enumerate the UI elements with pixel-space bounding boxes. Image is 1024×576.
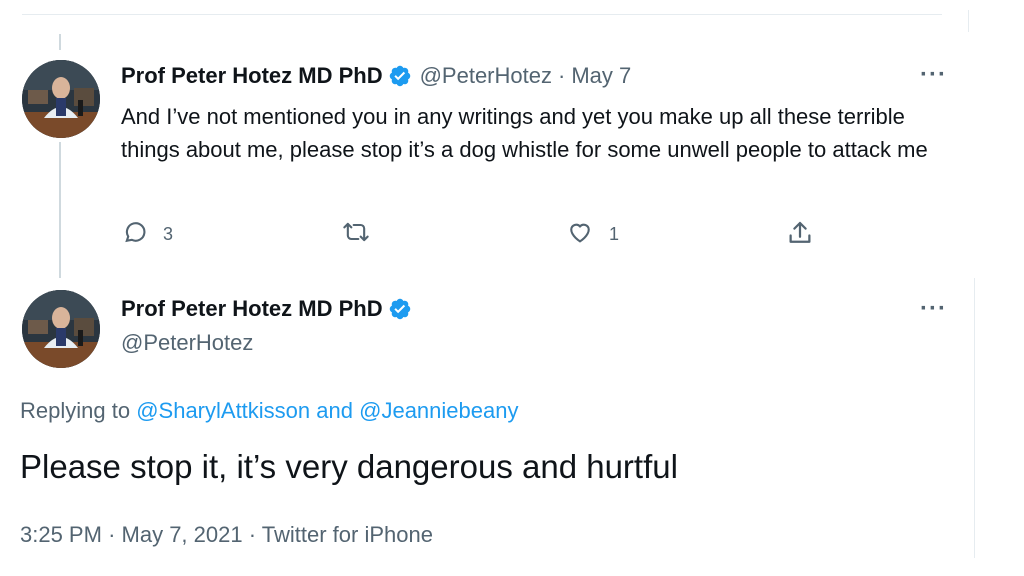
- share-button[interactable]: [785, 218, 815, 253]
- main-header: Prof Peter Hotez MD PhD: [121, 296, 420, 322]
- more-icon[interactable]: ···: [920, 63, 947, 87]
- author-handle[interactable]: @PeterHotez: [121, 330, 253, 356]
- thread-connector-line: [59, 142, 61, 278]
- mention-link-1[interactable]: @SharylAttkisson: [136, 398, 310, 423]
- avatar-photo: [22, 60, 100, 138]
- more-icon[interactable]: ···: [920, 297, 947, 321]
- reply-icon: [121, 218, 149, 251]
- reply-count: 3: [163, 224, 174, 244]
- right-divider: [974, 278, 975, 558]
- like-icon: [565, 218, 595, 251]
- avatar-photo: [22, 290, 100, 368]
- retweet-button[interactable]: [339, 218, 373, 251]
- tweet-text: And I’ve not mentioned you in any writin…: [121, 104, 928, 162]
- tweet-date[interactable]: May 7: [571, 63, 631, 89]
- author-name[interactable]: Prof Peter Hotez MD PhD: [121, 63, 383, 89]
- tweet-time[interactable]: 3:25 PM: [20, 522, 102, 547]
- replying-prefix: Replying to: [20, 398, 131, 423]
- top-divider: [22, 14, 942, 15]
- verified-badge-icon: [388, 297, 412, 321]
- like-count: 1: [609, 224, 620, 244]
- reply-button[interactable]: 3: [121, 218, 173, 251]
- separator-dot: ·: [108, 522, 116, 547]
- like-button[interactable]: 1: [565, 218, 619, 251]
- author-name[interactable]: Prof Peter Hotez MD PhD: [121, 296, 383, 322]
- author-handle[interactable]: @PeterHotez: [420, 63, 552, 89]
- tweet-full-date[interactable]: May 7, 2021: [122, 522, 243, 547]
- thread-line-top: [59, 34, 61, 50]
- retweet-icon: [339, 218, 373, 251]
- avatar[interactable]: [22, 60, 100, 138]
- mention-link-2[interactable]: @Jeanniebeany: [359, 398, 518, 423]
- tweet-source[interactable]: Twitter for iPhone: [262, 522, 433, 547]
- verified-badge-icon: [388, 64, 412, 88]
- replying-and: and: [316, 398, 353, 423]
- replying-to: Replying to @SharylAttkisson and @Jeanni…: [20, 398, 518, 424]
- tweet-meta: 3:25 PM · May 7, 2021 · Twitter for iPho…: [20, 522, 433, 548]
- avatar[interactable]: [22, 290, 100, 368]
- main-tweet-text: Please stop it, it’s very dangerous and …: [20, 448, 678, 485]
- separator-dot: ·: [557, 63, 566, 88]
- share-icon: [785, 218, 815, 253]
- right-divider-top: [968, 10, 969, 32]
- separator-dot: ·: [248, 522, 257, 547]
- reply-header: Prof Peter Hotez MD PhD @PeterHotez · Ma…: [121, 63, 631, 89]
- tweet-actions: 3 1: [121, 218, 821, 252]
